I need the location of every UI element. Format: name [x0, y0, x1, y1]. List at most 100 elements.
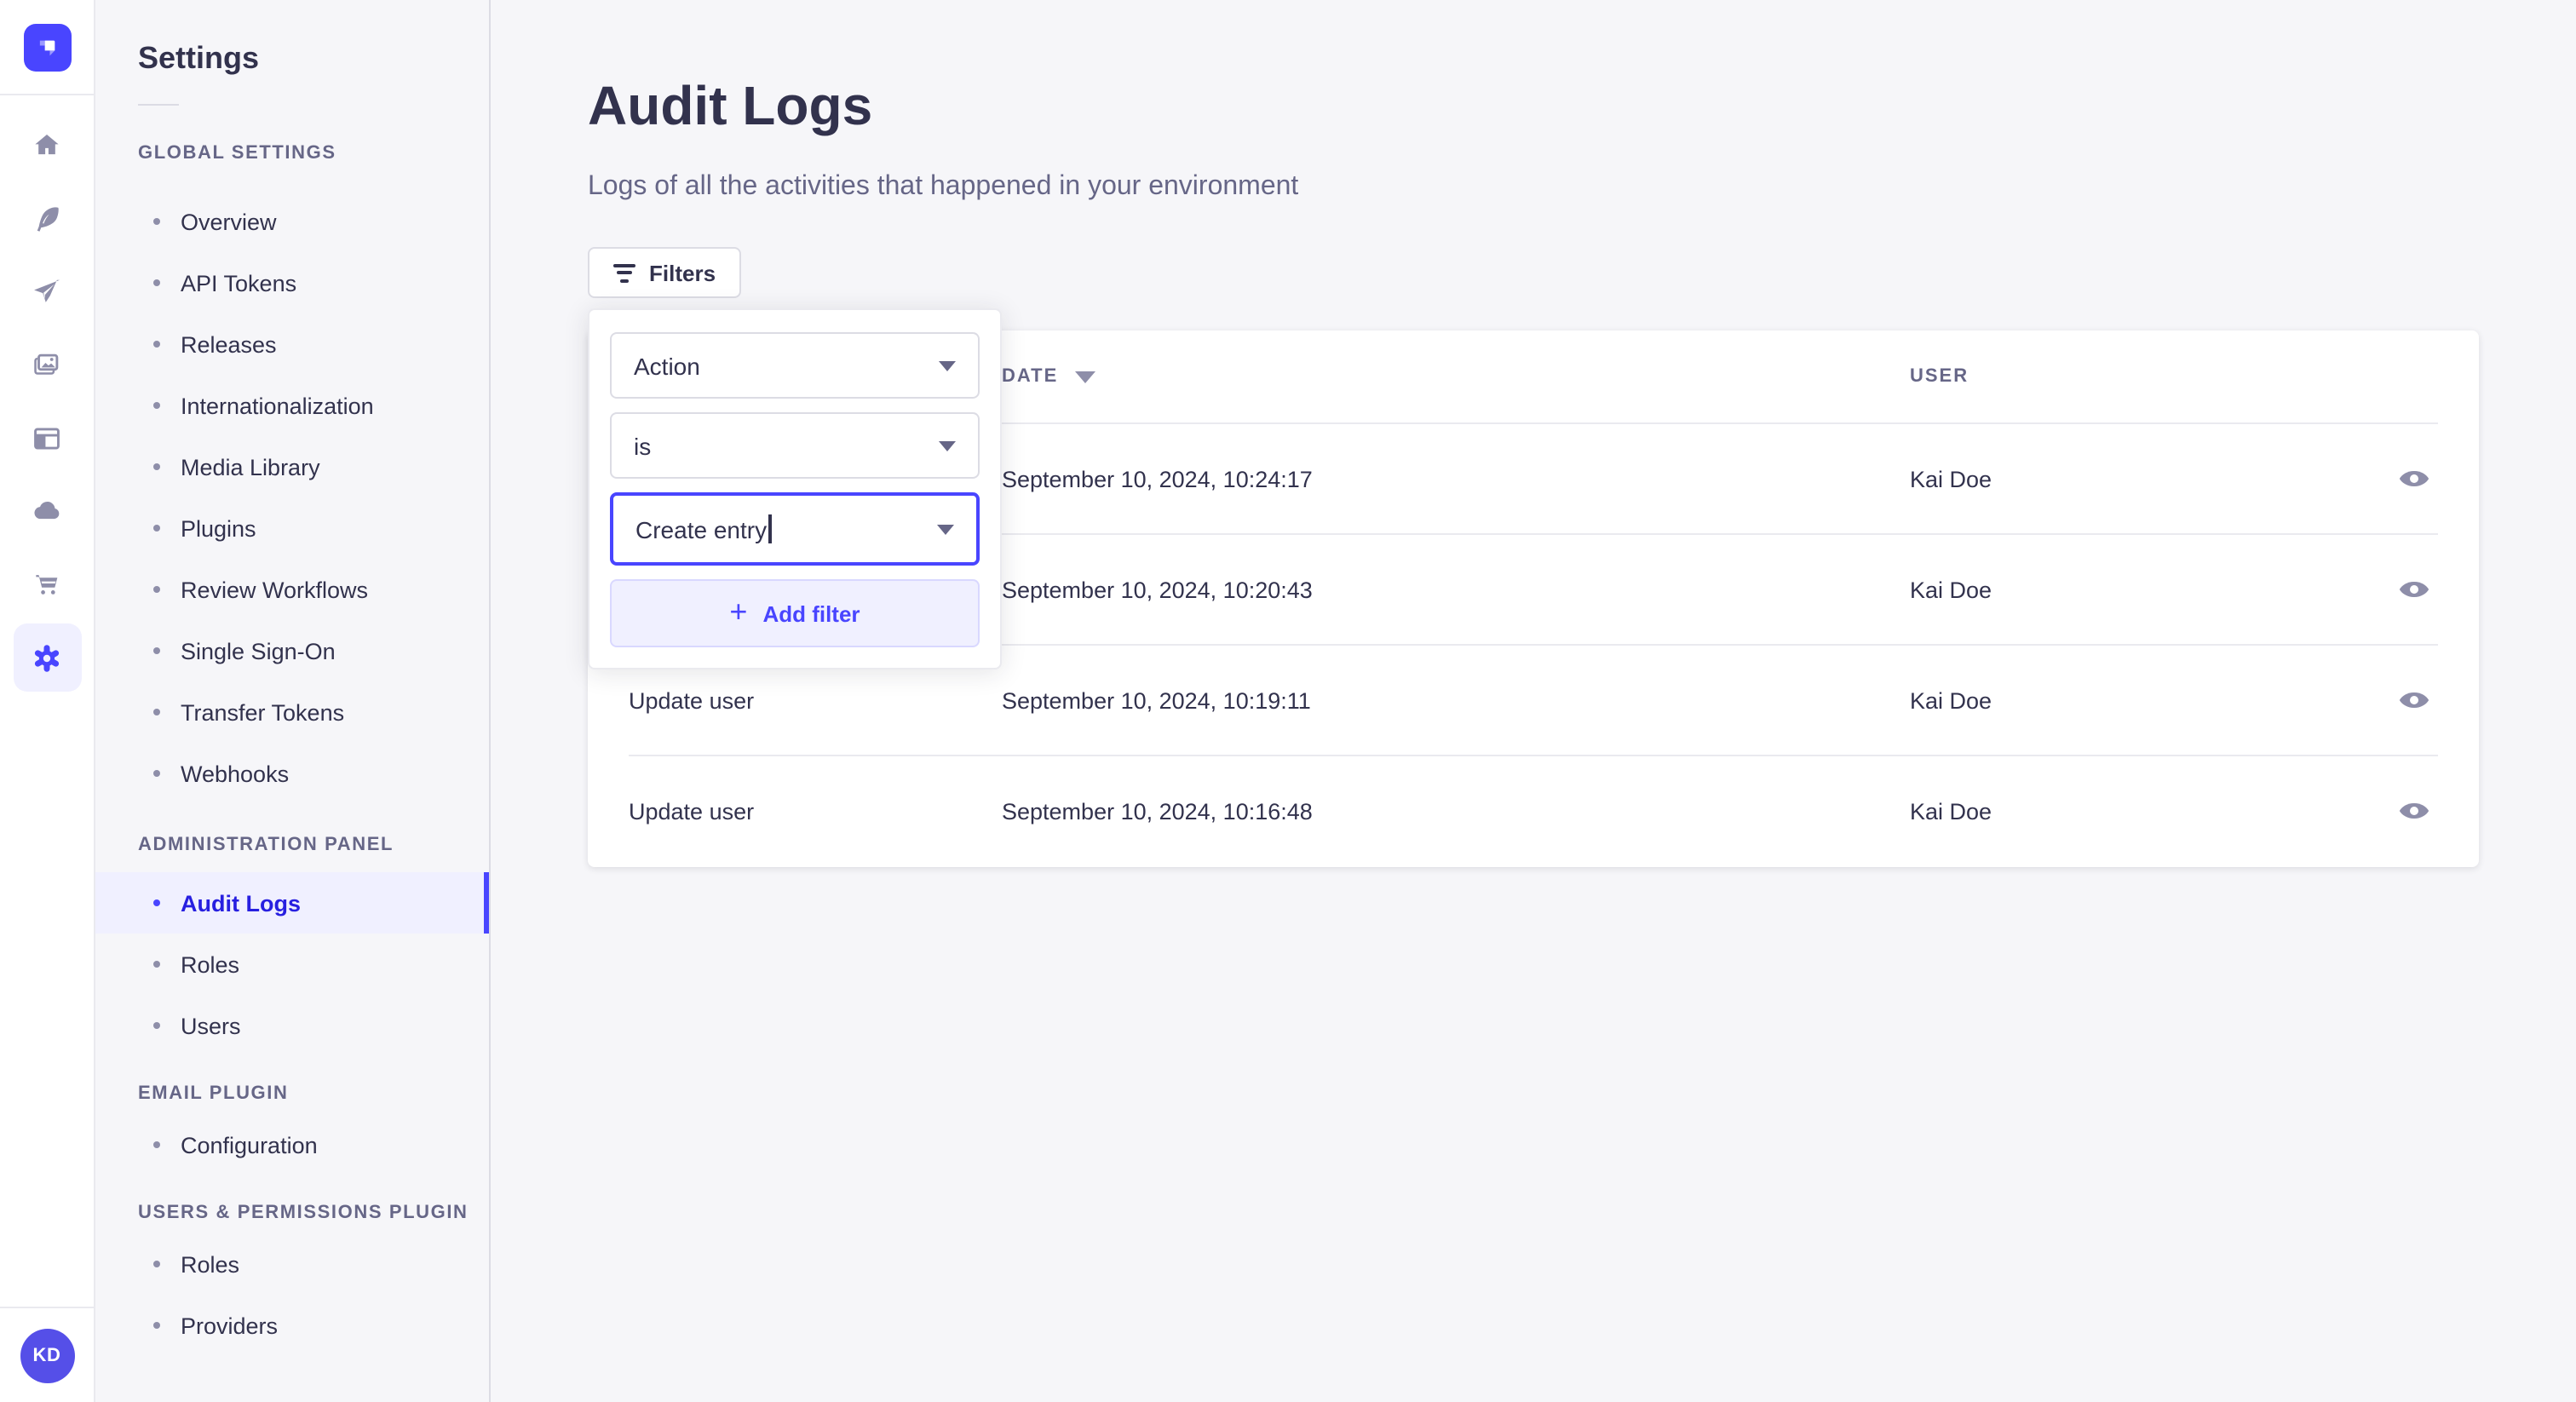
column-header-date[interactable]: DATE [1002, 366, 1910, 387]
sidebar-item-label: Providers [181, 1313, 279, 1338]
user-avatar[interactable]: KD [20, 1328, 74, 1382]
sidebar-item-api-tokens[interactable]: API Tokens [95, 252, 489, 313]
sidebar-item-overview[interactable]: Overview [95, 191, 489, 252]
bullet-icon [153, 586, 160, 593]
section-label: EMAIL PLUGIN [138, 1083, 289, 1104]
bullet-icon [153, 218, 160, 225]
sidebar-title: Settings [138, 41, 260, 75]
cell-user: Kai Doe [1910, 687, 1992, 713]
bullet-icon [153, 463, 160, 470]
add-filter-button[interactable]: + Add filter [610, 579, 980, 647]
sidebar-item-label: API Tokens [181, 270, 297, 296]
settings-sidebar: Settings GLOBAL SETTINGS Overview API Toke… [95, 0, 491, 1402]
bullet-icon [153, 341, 160, 348]
bullet-icon [153, 709, 160, 715]
sidebar-item-providers[interactable]: Providers [95, 1295, 489, 1356]
main-content: Audit Logs Logs of all the activities th… [492, 0, 2576, 1402]
cell-date: September 10, 2024, 10:24:17 [1002, 466, 1313, 491]
sidebar-item-audit-logs[interactable]: Audit Logs [95, 872, 489, 934]
text-cursor [768, 514, 772, 543]
bullet-icon [153, 1322, 160, 1329]
chevron-down-icon [939, 360, 956, 371]
sidebar-item-label: Webhooks [181, 761, 290, 786]
view-details-eye-icon[interactable] [2390, 676, 2438, 724]
column-header-user[interactable]: USER [1910, 366, 2343, 387]
sidebar-item-webhooks[interactable]: Webhooks [95, 743, 489, 804]
sort-down-icon[interactable] [1075, 371, 1096, 382]
sidebar-divider [138, 104, 179, 106]
bullet-icon [153, 647, 160, 654]
sidebar-item-label: Configuration [181, 1132, 318, 1158]
sidebar-item-transfer-tokens[interactable]: Transfer Tokens [95, 681, 489, 743]
plus-icon: + [729, 595, 748, 629]
sidebar-item-label: Plugins [181, 515, 256, 541]
sidebar-item-label: Releases [181, 331, 277, 357]
sidebar-item-roles[interactable]: Roles [95, 934, 489, 995]
sidebar-item-label: Media Library [181, 454, 320, 480]
cell-user: Kai Doe [1910, 466, 1992, 491]
cell-date: September 10, 2024, 10:19:11 [1002, 687, 1311, 713]
cell-date: September 10, 2024, 10:16:48 [1002, 798, 1313, 824]
media-library-icon[interactable] [13, 330, 81, 399]
section-label: GLOBAL SETTINGS [138, 143, 336, 164]
sidebar-item-configuration[interactable]: Configuration [95, 1114, 489, 1175]
section-label: ADMINISTRATION PANEL [138, 835, 394, 855]
strapi-logo-icon[interactable] [23, 23, 71, 71]
page-title: Audit Logs [588, 75, 873, 136]
view-details-eye-icon[interactable] [2390, 787, 2438, 835]
bullet-icon [153, 402, 160, 409]
filter-value-combobox[interactable]: Create entry [610, 492, 980, 566]
cart-icon[interactable] [13, 550, 81, 618]
bullet-icon [153, 279, 160, 286]
sidebar-item-label: Single Sign-On [181, 638, 336, 664]
sidebar-item-plugins[interactable]: Plugins [95, 497, 489, 559]
section-label: USERS & PERMISSIONS PLUGIN [138, 1203, 469, 1223]
table-row: Update user September 10, 2024, 10:16:48 K… [629, 755, 2438, 865]
chevron-down-icon [937, 524, 954, 534]
bullet-icon [153, 1022, 160, 1029]
chevron-down-icon [939, 440, 956, 451]
bullet-icon [153, 961, 160, 968]
cell-user: Kai Doe [1910, 577, 1992, 602]
page-subtitle: Logs of all the activities that happened… [588, 172, 1299, 201]
cell-user: Kai Doe [1910, 798, 1992, 824]
cell-action: Update user [629, 798, 755, 824]
cell-action: Update user [629, 687, 755, 713]
sidebar-item-single-sign-on[interactable]: Single Sign-On [95, 620, 489, 681]
filter-field-select[interactable]: Action [610, 332, 980, 399]
feather-icon[interactable] [13, 184, 81, 252]
sidebar-item-review-workflows[interactable]: Review Workflows [95, 559, 489, 620]
sidebar-item-media-library[interactable]: Media Library [95, 436, 489, 497]
paper-plane-icon[interactable] [13, 257, 81, 325]
sidebar-item-users[interactable]: Users [95, 995, 489, 1056]
view-details-eye-icon[interactable] [2390, 455, 2438, 503]
bullet-icon [153, 899, 160, 906]
sidebar-item-roles[interactable]: Roles [95, 1233, 489, 1295]
view-details-eye-icon[interactable] [2390, 566, 2438, 613]
home-icon[interactable] [13, 111, 81, 179]
filters-button[interactable]: Filters [588, 247, 742, 298]
sidebar-item-label: Transfer Tokens [181, 699, 345, 725]
sidebar-item-label: Users [181, 1013, 241, 1038]
main-nav-rail: KD [0, 0, 95, 1402]
sidebar-item-label: Internationalization [181, 393, 374, 418]
bullet-icon [153, 1261, 160, 1267]
filter-icon [613, 263, 635, 282]
cell-date: September 10, 2024, 10:20:43 [1002, 577, 1313, 602]
sidebar-item-label: Roles [181, 1251, 240, 1277]
bullet-icon [153, 525, 160, 531]
bullet-icon [153, 1141, 160, 1148]
sidebar-item-label: Roles [181, 951, 240, 977]
layout-icon[interactable] [13, 404, 81, 472]
sidebar-item-label: Overview [181, 209, 277, 234]
gear-icon[interactable] [13, 623, 81, 692]
filter-operator-select[interactable]: is [610, 412, 980, 479]
sidebar-item-releases[interactable]: Releases [95, 313, 489, 375]
sidebar-item-label: Audit Logs [181, 890, 301, 916]
strapi-admin-app: KD Settings GLOBAL SETTINGS Overview API T… [0, 0, 2576, 1402]
sidebar-item-internationalization[interactable]: Internationalization [95, 375, 489, 436]
filter-popover: Action is Create entry + Add filter [588, 308, 1002, 669]
bullet-icon [153, 770, 160, 777]
cloud-icon[interactable] [13, 477, 81, 545]
sidebar-item-label: Review Workflows [181, 577, 369, 602]
